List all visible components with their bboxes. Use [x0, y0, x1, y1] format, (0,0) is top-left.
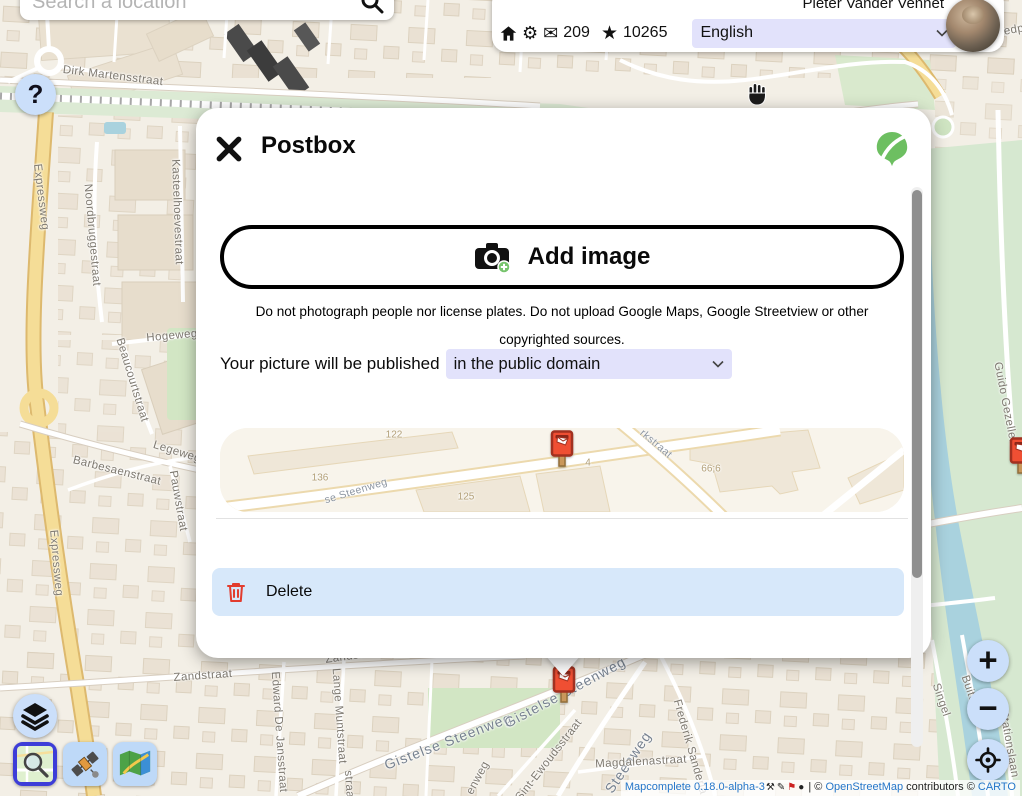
popup-header: Postbox	[196, 108, 931, 184]
stats-icon[interactable]: ⚒	[766, 782, 775, 793]
layers-button[interactable]	[13, 694, 57, 738]
mapcomplete-app: Dirk MartensstraatBenoitlaanedpExpresswe…	[0, 0, 1022, 796]
language-value: English	[700, 24, 752, 42]
basemap-style-row	[13, 742, 157, 786]
carto-link[interactable]: CARTO	[978, 781, 1016, 793]
basemap-map-button[interactable]	[113, 742, 157, 786]
location-minimap[interactable]: 122136125466;6se Steenwegrkstraat	[220, 428, 904, 512]
messages-count: 209	[563, 24, 590, 42]
mapcomplete-version-link[interactable]: Mapcomplete 0.18.0-alpha-3	[625, 781, 765, 793]
messages-icon[interactable]: ✉	[543, 24, 558, 42]
license-value: in the public domain	[454, 355, 601, 374]
osm-carto-icon	[17, 746, 53, 782]
postbox-marker-edge[interactable]	[1008, 437, 1022, 475]
globe-icon[interactable]: ●	[798, 782, 804, 793]
chevron-down-icon	[712, 360, 724, 368]
folded-map-icon	[118, 747, 152, 781]
minimap-postbox-marker	[549, 430, 575, 468]
user-panel: Pieter Vander Vennet ⚙ ✉ 209 ★ 10265 Eng…	[492, 0, 1004, 52]
popup-scrollbar-thumb[interactable]	[912, 190, 922, 578]
plus-icon: +	[978, 643, 997, 676]
user-avatar[interactable]	[946, 0, 1000, 52]
close-icon[interactable]	[215, 135, 243, 163]
basemap-osm-button[interactable]	[13, 742, 57, 786]
satellite-icon	[68, 747, 102, 781]
license-row: Your picture will be published in the pu…	[220, 349, 732, 379]
camera-plus-icon	[474, 241, 512, 273]
license-select[interactable]: in the public domain	[446, 349, 732, 379]
crosshair-icon	[975, 747, 1001, 773]
settings-gear-icon[interactable]: ⚙	[522, 24, 538, 42]
license-label: Your picture will be published	[220, 354, 440, 374]
popup-scrollbar[interactable]	[911, 187, 923, 747]
add-image-button[interactable]: Add image	[220, 225, 904, 289]
geolocate-button[interactable]	[967, 739, 1009, 781]
help-label: ?	[28, 79, 44, 110]
trash-icon	[226, 581, 246, 603]
osm-link[interactable]: OpenStreetMap	[825, 781, 903, 793]
attribution-bar: Mapcomplete 0.18.0-alpha-3⚒✎⚑● | © OpenS…	[621, 780, 1020, 796]
copyright-symbol: ©	[814, 781, 822, 793]
language-select[interactable]: English	[692, 19, 956, 48]
username: Pieter Vander Vennet	[803, 0, 945, 12]
attribution-separator: |	[808, 781, 811, 793]
add-image-label: Add image	[528, 243, 651, 271]
search-bar	[20, 0, 394, 20]
delete-button[interactable]: Delete	[212, 568, 904, 616]
search-icon[interactable]	[360, 0, 384, 14]
stars-count: 10265	[623, 24, 668, 42]
pencil-icon[interactable]: ✎	[777, 782, 785, 793]
delete-label: Delete	[266, 583, 312, 601]
search-input[interactable]	[20, 0, 360, 14]
layers-icon	[20, 701, 50, 731]
divider	[216, 518, 908, 519]
image-license-notice: Do not photograph people nor license pla…	[220, 298, 904, 354]
star-icon: ★	[601, 24, 618, 43]
popup-title: Postbox	[261, 132, 356, 160]
copyright-symbol: ©	[967, 781, 975, 793]
popup-pointer	[545, 655, 581, 676]
basemap-satellite-button[interactable]	[63, 742, 107, 786]
zoom-out-button[interactable]: −	[967, 688, 1009, 730]
help-button[interactable]: ?	[15, 74, 56, 115]
postbox-popup: Postbox Add i	[196, 108, 931, 658]
contributors-text: contributors	[906, 781, 963, 793]
minus-icon: −	[978, 691, 997, 724]
hand-cursor-icon	[745, 80, 769, 107]
zoom-in-button[interactable]: +	[967, 640, 1009, 682]
home-icon[interactable]	[500, 25, 517, 42]
flag-icon[interactable]: ⚑	[787, 782, 796, 793]
mapcomplete-logo	[873, 131, 911, 169]
